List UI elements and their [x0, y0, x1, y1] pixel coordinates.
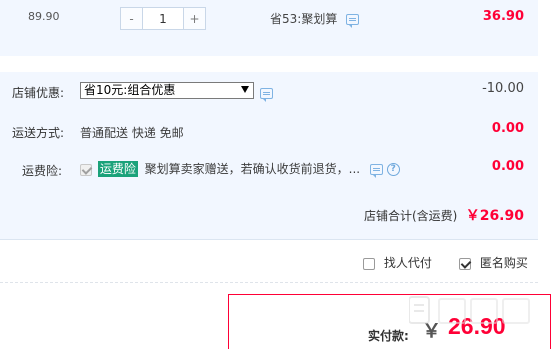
message-icon[interactable] [260, 88, 273, 102]
dropdown-arrow-icon [241, 86, 249, 93]
anonymous-label[interactable]: 匿名购买 [480, 256, 528, 270]
proxy-pay-checkbox[interactable] [363, 257, 375, 270]
message-icon[interactable] [346, 14, 360, 28]
help-icon[interactable]: ? [386, 163, 400, 176]
payment-summary-box: 实付款: ￥ 26.90 [228, 294, 551, 349]
quantity-input[interactable] [143, 8, 183, 29]
payment-label: 实付款: [368, 329, 409, 343]
shop-discount-select[interactable]: 省10元:组合优惠 [80, 82, 254, 99]
message-icon[interactable] [369, 164, 383, 178]
shipping-amount: 0.00 [491, 121, 524, 136]
shop-discount-value: -10.00 [482, 81, 524, 96]
discount-message[interactable] [260, 86, 273, 102]
shop-total-value: ￥26.90 [465, 208, 524, 224]
divider [0, 282, 538, 283]
increase-quantity-button[interactable]: + [183, 8, 205, 29]
insurance-text: 聚划算卖家赠送，若确认收货前退货，... [144, 162, 361, 176]
unit-price: 89.90 [28, 10, 60, 23]
proxy-pay-option[interactable]: 找人代付 [363, 254, 432, 271]
item-row-band [0, 0, 538, 56]
savings-text: 省53:聚划算 [270, 12, 338, 26]
insurance-row: 运费险 聚划算卖家赠送，若确认收货前退货，... ? [80, 160, 400, 178]
insurance-amount: 0.00 [491, 159, 524, 174]
quantity-stepper[interactable]: - + [120, 7, 206, 30]
shop-discount-selected: 省10元:组合优惠 [84, 83, 176, 97]
shipping-label: 运送方式: [12, 126, 65, 140]
watermark-logo-icon [409, 296, 530, 324]
item-subtotal: 36.90 [482, 9, 524, 24]
shop-discount-label: 店铺优惠: [12, 86, 65, 100]
anonymous-checkbox[interactable] [459, 257, 471, 270]
proxy-pay-label[interactable]: 找人代付 [384, 256, 432, 270]
shop-total-label: 店铺合计(含运费) [364, 209, 458, 223]
anonymous-option[interactable]: 匿名购买 [459, 254, 528, 271]
shipping-method: 普通配送 快递 免邮 [80, 126, 184, 140]
savings-info: 省53:聚划算 [270, 10, 360, 28]
insurance-label: 运费险: [22, 164, 63, 178]
insurance-badge: 运费险 [97, 161, 138, 177]
insurance-checkbox[interactable] [80, 163, 92, 176]
decrease-quantity-button[interactable]: - [121, 8, 143, 29]
